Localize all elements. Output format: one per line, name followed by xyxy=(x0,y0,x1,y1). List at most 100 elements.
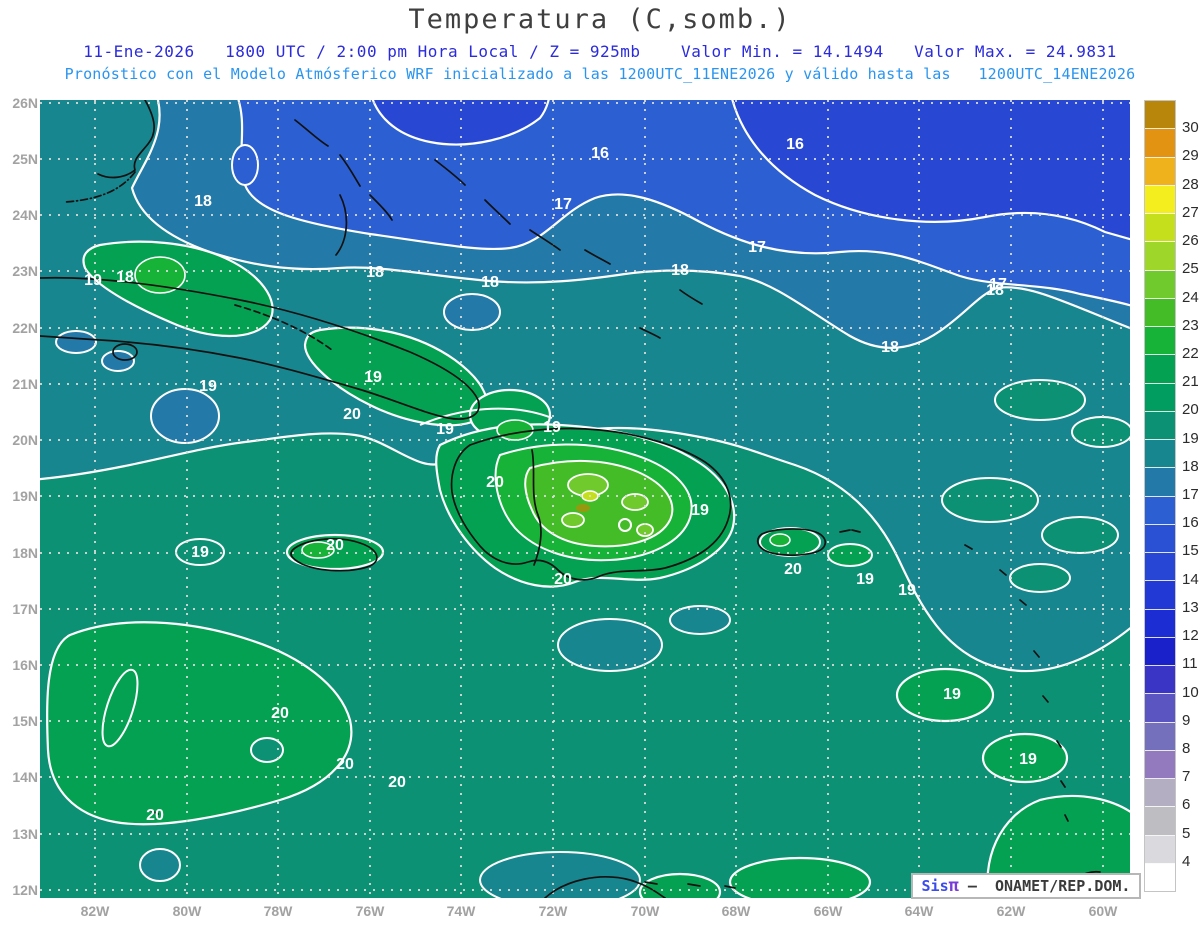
temperature-map: 16161717171818181818181819191919 19191919… xyxy=(40,100,1130,898)
contour-value-label: 16 xyxy=(591,145,609,162)
contour-value-label: 19 xyxy=(364,369,382,386)
colorbar-block xyxy=(1145,270,1175,299)
weather-map-figure: Temperatura (C,somb.) 11-Ene-2026 1800 U… xyxy=(0,0,1200,927)
colorbar-block xyxy=(1145,214,1175,243)
contour-value-label: 20 xyxy=(146,807,164,824)
colorbar-block xyxy=(1145,863,1175,891)
colorbar-tick-label: 9 xyxy=(1182,711,1191,729)
lat-tick-label: 18N xyxy=(12,545,38,561)
colorbar-block xyxy=(1145,411,1175,440)
contour-value-label: 19 xyxy=(898,582,916,599)
colorbar-tick-label: 12 xyxy=(1182,627,1199,645)
colorbar-tick-label: 7 xyxy=(1182,768,1191,786)
watermark-pi-icon: π xyxy=(948,876,959,896)
colorbar-block xyxy=(1145,440,1175,469)
colorbar-block xyxy=(1145,609,1175,638)
contour-value-label: 17 xyxy=(554,196,572,213)
contour-value-label: 19 xyxy=(199,378,217,395)
colorbar-tick-label: 23 xyxy=(1182,316,1199,334)
temperature-colorbar xyxy=(1144,100,1176,892)
colorbar-block xyxy=(1145,581,1175,610)
lat-tick-label: 17N xyxy=(12,601,38,617)
colorbar-tick-label: 22 xyxy=(1182,344,1199,362)
colorbar-block xyxy=(1145,327,1175,356)
lat-tick-label: 12N xyxy=(12,882,38,898)
contour-value-label: 18 xyxy=(671,262,689,279)
lon-tick-label: 68W xyxy=(721,903,751,919)
colorbar-block xyxy=(1145,157,1175,186)
contour-value-label: 20 xyxy=(554,571,572,588)
contour-value-label: 18 xyxy=(986,282,1004,299)
contour-value-label: 18 xyxy=(116,269,134,286)
colorbar-tick-label: 27 xyxy=(1182,203,1199,221)
contour-value-label: 19 xyxy=(943,686,961,703)
page-title: Temperatura (C,somb.) xyxy=(408,4,792,35)
lat-tick-label: 26N xyxy=(12,95,38,111)
lat-tick-label: 14N xyxy=(12,769,38,785)
colorbar-tick-label: 16 xyxy=(1182,514,1199,532)
colorbar-block xyxy=(1145,524,1175,553)
colorbar-tick-label: 13 xyxy=(1182,598,1199,616)
lat-tick-label: 21N xyxy=(12,376,38,392)
contour-value-label: 16 xyxy=(786,136,804,153)
colorbar-tick-label: 21 xyxy=(1182,373,1199,391)
colorbar-tick-label: 5 xyxy=(1182,824,1191,842)
colorbar-block xyxy=(1145,298,1175,327)
contour-fills xyxy=(40,100,1130,898)
subtitle-model-info: Pronóstico con el Modelo Atmósferico WRF… xyxy=(64,65,1136,83)
colorbar-tick-label: 20 xyxy=(1182,401,1199,419)
colorbar-block xyxy=(1145,750,1175,779)
lat-tick-label: 16N xyxy=(12,657,38,673)
colorbar-block xyxy=(1145,722,1175,751)
colorbar-tick-label: 17 xyxy=(1182,486,1199,503)
lon-tick-label: 60W xyxy=(1088,903,1118,919)
contour-value-label: 20 xyxy=(271,705,289,722)
contour-value-label: 19 xyxy=(543,419,561,436)
colorbar-tick-label: 26 xyxy=(1182,232,1199,250)
lon-tick-label: 82W xyxy=(80,903,110,919)
colorbar-block xyxy=(1145,637,1175,666)
contour-value-label: 19 xyxy=(691,502,709,519)
colorbar-tick-label: 24 xyxy=(1182,288,1199,306)
lon-tick-label: 76W xyxy=(355,903,385,919)
contour-value-label: 18 xyxy=(881,339,899,356)
colorbar-block xyxy=(1145,185,1175,214)
contour-value-label: 18 xyxy=(194,193,212,210)
contour-value-label: 20 xyxy=(326,537,344,554)
colorbar-tick-label: 19 xyxy=(1182,429,1199,447)
colorbar-tick-label: 29 xyxy=(1182,147,1199,165)
colorbar-tick-label: 18 xyxy=(1182,457,1199,475)
contour-value-label: 19 xyxy=(191,544,209,561)
lat-tick-label: 25N xyxy=(12,151,38,167)
lon-tick-label: 66W xyxy=(813,903,843,919)
colorbar-block xyxy=(1145,496,1175,525)
colorbar-block xyxy=(1145,553,1175,582)
lon-tick-label: 80W xyxy=(172,903,202,919)
colorbar-block xyxy=(1145,807,1175,836)
contour-value-label: 20 xyxy=(388,774,406,791)
colorbar-tick-label: 30 xyxy=(1182,119,1199,137)
colorbar-tick-label: 10 xyxy=(1182,683,1199,701)
colorbar-tick-label: 6 xyxy=(1182,796,1191,814)
colorbar-block xyxy=(1145,101,1175,130)
colorbar-block xyxy=(1145,129,1175,158)
colorbar-block xyxy=(1145,694,1175,723)
watermark-onamet: – ONAMET/REP.DOM. xyxy=(958,877,1131,895)
contour-value-label: 20 xyxy=(343,406,361,423)
contour-value-label: 18 xyxy=(366,264,384,281)
lat-tick-label: 20N xyxy=(12,432,38,448)
colorbar-tick-label: 14 xyxy=(1182,570,1199,588)
lon-tick-label: 62W xyxy=(996,903,1026,919)
contour-value-label: 20 xyxy=(784,561,802,578)
lon-tick-label: 72W xyxy=(538,903,568,919)
colorbar-tick-label: 25 xyxy=(1182,260,1199,278)
contour-value-label: 19 xyxy=(84,272,102,289)
lat-tick-label: 23N xyxy=(12,263,38,279)
colorbar-block xyxy=(1145,383,1175,412)
colorbar-tick-label: 15 xyxy=(1182,542,1199,560)
subtitle-validtime: 11-Ene-2026 1800 UTC / 2:00 pm Hora Loca… xyxy=(83,42,1117,61)
lat-tick-label: 22N xyxy=(12,320,38,336)
contour-value-label: 20 xyxy=(486,474,504,491)
contour-value-label: 17 xyxy=(748,239,766,256)
contour-value-label: 19 xyxy=(856,571,874,588)
